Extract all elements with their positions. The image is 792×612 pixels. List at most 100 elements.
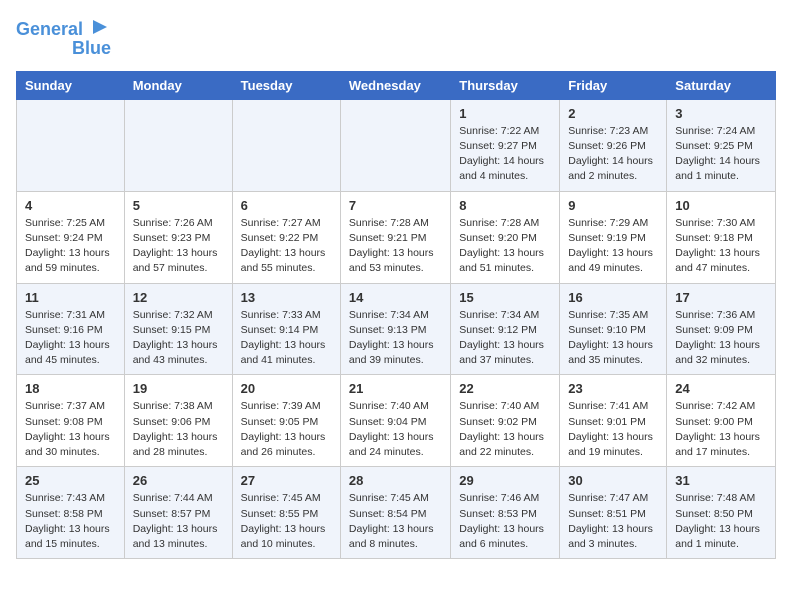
calendar-cell: 23 Sunrise: 7:41 AM Sunset: 9:01 PM Dayli…: [560, 375, 667, 467]
day-number: 3: [675, 106, 767, 121]
day-info: Sunrise: 7:46 AM Sunset: 8:53 PM Dayligh…: [459, 491, 551, 552]
day-number: 20: [241, 381, 332, 396]
day-info: Sunrise: 7:28 AM Sunset: 9:20 PM Dayligh…: [459, 216, 551, 277]
calendar-day-header: Sunday: [17, 71, 125, 99]
day-info: Sunrise: 7:45 AM Sunset: 8:54 PM Dayligh…: [349, 491, 442, 552]
calendar-cell: 1 Sunrise: 7:22 AM Sunset: 9:27 PM Daylig…: [451, 99, 560, 191]
day-info: Sunrise: 7:31 AM Sunset: 9:16 PM Dayligh…: [25, 308, 116, 369]
calendar-cell: 2 Sunrise: 7:23 AM Sunset: 9:26 PM Daylig…: [560, 99, 667, 191]
day-number: 21: [349, 381, 442, 396]
day-number: 19: [133, 381, 224, 396]
day-number: 24: [675, 381, 767, 396]
day-number: 1: [459, 106, 551, 121]
calendar-day-header: Tuesday: [232, 71, 340, 99]
calendar-cell: 15 Sunrise: 7:34 AM Sunset: 9:12 PM Dayli…: [451, 283, 560, 375]
calendar-day-header: Saturday: [667, 71, 776, 99]
day-number: 5: [133, 198, 224, 213]
day-number: 26: [133, 473, 224, 488]
day-number: 28: [349, 473, 442, 488]
day-info: Sunrise: 7:29 AM Sunset: 9:19 PM Dayligh…: [568, 216, 658, 277]
calendar-day-header: Thursday: [451, 71, 560, 99]
calendar-cell: 21 Sunrise: 7:40 AM Sunset: 9:04 PM Dayli…: [340, 375, 450, 467]
calendar-cell: 4 Sunrise: 7:25 AM Sunset: 9:24 PM Daylig…: [17, 191, 125, 283]
calendar-week-row: 25Sunrise: 7:43 AM Sunset: 8:58 PM Dayli…: [17, 467, 776, 559]
logo-arrow-icon: [89, 16, 111, 38]
calendar-day-header: Wednesday: [340, 71, 450, 99]
day-info: Sunrise: 7:35 AM Sunset: 9:10 PM Dayligh…: [568, 308, 658, 369]
calendar-body: 1 Sunrise: 7:22 AM Sunset: 9:27 PM Daylig…: [17, 99, 776, 558]
day-info: Sunrise: 7:30 AM Sunset: 9:18 PM Dayligh…: [675, 216, 767, 277]
calendar-table: SundayMondayTuesdayWednesdayThursdayFrid…: [16, 71, 776, 559]
calendar-cell: [17, 99, 125, 191]
day-number: 15: [459, 290, 551, 305]
day-number: 18: [25, 381, 116, 396]
calendar-cell: [232, 99, 340, 191]
day-info: Sunrise: 7:39 AM Sunset: 9:05 PM Dayligh…: [241, 399, 332, 460]
day-info: Sunrise: 7:32 AM Sunset: 9:15 PM Dayligh…: [133, 308, 224, 369]
calendar-cell: 9 Sunrise: 7:29 AM Sunset: 9:19 PM Daylig…: [560, 191, 667, 283]
day-number: 8: [459, 198, 551, 213]
day-info: Sunrise: 7:41 AM Sunset: 9:01 PM Dayligh…: [568, 399, 658, 460]
day-number: 17: [675, 290, 767, 305]
day-number: 31: [675, 473, 767, 488]
day-info: Sunrise: 7:33 AM Sunset: 9:14 PM Dayligh…: [241, 308, 332, 369]
logo: General Blue: [16, 16, 111, 59]
calendar-cell: 14Sunrise: 7:34 AM Sunset: 9:13 PM Dayli…: [340, 283, 450, 375]
day-info: Sunrise: 7:23 AM Sunset: 9:26 PM Dayligh…: [568, 124, 658, 185]
day-info: Sunrise: 7:24 AM Sunset: 9:25 PM Dayligh…: [675, 124, 767, 185]
day-number: 29: [459, 473, 551, 488]
day-number: 2: [568, 106, 658, 121]
day-number: 11: [25, 290, 116, 305]
calendar-header-row: SundayMondayTuesdayWednesdayThursdayFrid…: [17, 71, 776, 99]
calendar-cell: [340, 99, 450, 191]
day-info: Sunrise: 7:40 AM Sunset: 9:04 PM Dayligh…: [349, 399, 442, 460]
calendar-cell: 24 Sunrise: 7:42 AM Sunset: 9:00 PM Dayli…: [667, 375, 776, 467]
calendar-week-row: 4 Sunrise: 7:25 AM Sunset: 9:24 PM Daylig…: [17, 191, 776, 283]
page-header: General Blue: [16, 16, 776, 59]
day-info: Sunrise: 7:34 AM Sunset: 9:12 PM Dayligh…: [459, 308, 551, 369]
calendar-cell: 7 Sunrise: 7:28 AM Sunset: 9:21 PM Daylig…: [340, 191, 450, 283]
calendar-day-header: Friday: [560, 71, 667, 99]
day-info: Sunrise: 7:38 AM Sunset: 9:06 PM Dayligh…: [133, 399, 224, 460]
day-info: Sunrise: 7:45 AM Sunset: 8:55 PM Dayligh…: [241, 491, 332, 552]
calendar-cell: 18Sunrise: 7:37 AM Sunset: 9:08 PM Dayli…: [17, 375, 125, 467]
day-number: 4: [25, 198, 116, 213]
logo-blue-text: Blue: [72, 39, 111, 59]
calendar-week-row: 11 Sunrise: 7:31 AM Sunset: 9:16 PM Dayli…: [17, 283, 776, 375]
day-info: Sunrise: 7:28 AM Sunset: 9:21 PM Dayligh…: [349, 216, 442, 277]
calendar-cell: 30Sunrise: 7:47 AM Sunset: 8:51 PM Dayli…: [560, 467, 667, 559]
day-info: Sunrise: 7:48 AM Sunset: 8:50 PM Dayligh…: [675, 491, 767, 552]
day-number: 6: [241, 198, 332, 213]
calendar-cell: 25Sunrise: 7:43 AM Sunset: 8:58 PM Dayli…: [17, 467, 125, 559]
calendar-cell: 29 Sunrise: 7:46 AM Sunset: 8:53 PM Dayli…: [451, 467, 560, 559]
calendar-cell: 27Sunrise: 7:45 AM Sunset: 8:55 PM Dayli…: [232, 467, 340, 559]
day-number: 12: [133, 290, 224, 305]
day-number: 7: [349, 198, 442, 213]
day-info: Sunrise: 7:42 AM Sunset: 9:00 PM Dayligh…: [675, 399, 767, 460]
day-info: Sunrise: 7:26 AM Sunset: 9:23 PM Dayligh…: [133, 216, 224, 277]
calendar-cell: 17 Sunrise: 7:36 AM Sunset: 9:09 PM Dayli…: [667, 283, 776, 375]
day-info: Sunrise: 7:22 AM Sunset: 9:27 PM Dayligh…: [459, 124, 551, 185]
day-number: 25: [25, 473, 116, 488]
calendar-cell: 28 Sunrise: 7:45 AM Sunset: 8:54 PM Dayli…: [340, 467, 450, 559]
day-info: Sunrise: 7:36 AM Sunset: 9:09 PM Dayligh…: [675, 308, 767, 369]
day-info: Sunrise: 7:40 AM Sunset: 9:02 PM Dayligh…: [459, 399, 551, 460]
calendar-cell: 16 Sunrise: 7:35 AM Sunset: 9:10 PM Dayli…: [560, 283, 667, 375]
day-number: 16: [568, 290, 658, 305]
calendar-cell: 10Sunrise: 7:30 AM Sunset: 9:18 PM Dayli…: [667, 191, 776, 283]
calendar-cell: 31 Sunrise: 7:48 AM Sunset: 8:50 PM Dayli…: [667, 467, 776, 559]
day-info: Sunrise: 7:34 AM Sunset: 9:13 PM Dayligh…: [349, 308, 442, 369]
day-number: 23: [568, 381, 658, 396]
calendar-cell: 19 Sunrise: 7:38 AM Sunset: 9:06 PM Dayli…: [124, 375, 232, 467]
day-info: Sunrise: 7:25 AM Sunset: 9:24 PM Dayligh…: [25, 216, 116, 277]
calendar-cell: [124, 99, 232, 191]
calendar-cell: 22Sunrise: 7:40 AM Sunset: 9:02 PM Dayli…: [451, 375, 560, 467]
calendar-cell: 11 Sunrise: 7:31 AM Sunset: 9:16 PM Dayli…: [17, 283, 125, 375]
calendar-cell: 3 Sunrise: 7:24 AM Sunset: 9:25 PM Daylig…: [667, 99, 776, 191]
calendar-day-header: Monday: [124, 71, 232, 99]
day-number: 30: [568, 473, 658, 488]
calendar-cell: 8 Sunrise: 7:28 AM Sunset: 9:20 PM Daylig…: [451, 191, 560, 283]
day-number: 9: [568, 198, 658, 213]
calendar-cell: 26Sunrise: 7:44 AM Sunset: 8:57 PM Dayli…: [124, 467, 232, 559]
calendar-cell: 12 Sunrise: 7:32 AM Sunset: 9:15 PM Dayli…: [124, 283, 232, 375]
